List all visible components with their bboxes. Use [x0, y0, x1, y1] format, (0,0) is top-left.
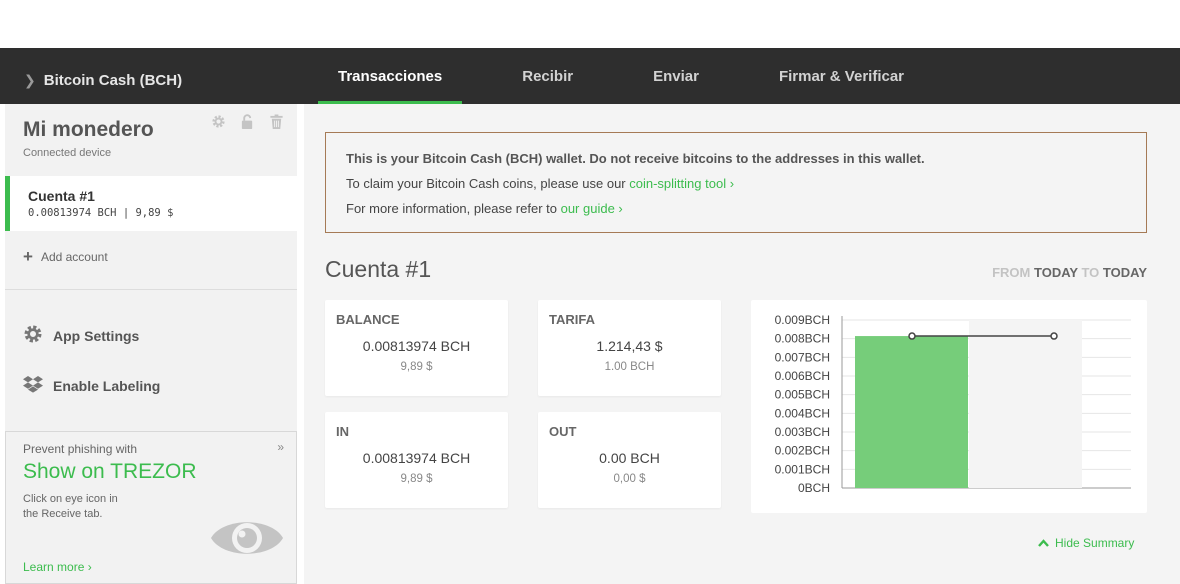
plus-icon: + [23, 247, 33, 266]
chart-y-tick-label: 0.006BCH [775, 369, 830, 383]
phishing-promo: Prevent phishing with Show on TREZOR Cli… [5, 431, 297, 584]
add-account-label: Add account [40, 250, 108, 264]
card-subvalue: 9,89 $ [400, 473, 433, 485]
enable-labeling-button[interactable]: Enable Labeling [23, 375, 160, 396]
notice-line-3: For more information, please refer to ou… [346, 201, 1146, 216]
card-subvalue: 0,00 $ [613, 473, 646, 485]
chart-y-tick-label: 0.008BCH [775, 332, 830, 346]
promo-dismiss-icon[interactable]: » [277, 440, 284, 454]
date-range[interactable]: FROM TODAY TO TODAY [992, 265, 1147, 280]
chart-y-tick-label: 0BCH [798, 481, 830, 495]
range-to-value: TODAY [1102, 265, 1147, 280]
account-balance: 0.00813974 BCH | 9,89 $ [28, 207, 174, 219]
range-from-value: TODAY [1034, 265, 1078, 280]
tarifa-card: TARIFA 1.214,43 $ 1.00 BCH [538, 300, 721, 396]
card-label: BALANCE [336, 312, 400, 327]
coin-splitting-link[interactable]: coin-splitting tool › [629, 176, 734, 191]
tab-transacciones[interactable]: Transacciones [318, 48, 463, 106]
enable-labeling-label: Enable Labeling [53, 377, 161, 394]
balance-chart: 0BCH 0.001BCH 0.002BCH 0.003BCH 0.004BCH 0.00… [751, 300, 1147, 513]
chevron-right-icon: ❯ [24, 72, 36, 88]
wallet-header: Mi monedero Connected device [23, 118, 154, 159]
notice-line-3-text: For more information, please refer to [346, 201, 561, 216]
main-content: This is your Bitcoin Cash (BCH) wallet. … [304, 104, 1180, 584]
card-value: 0.00813974 BCH [362, 338, 471, 354]
chart-y-tick-label: 0.009BCH [775, 313, 830, 327]
gear-icon[interactable] [211, 114, 227, 130]
card-value: 0.00813974 BCH [362, 450, 471, 466]
card-subvalue: 9,89 $ [400, 361, 433, 373]
app-settings-button[interactable]: App Settings [23, 324, 139, 347]
balance-card: BALANCE 0.00813974 BCH 9,89 $ [325, 300, 508, 396]
card-label: TARIFA [549, 312, 595, 327]
card-value: 0.00 BCH [599, 450, 660, 466]
add-account-button[interactable]: + Add account [23, 247, 108, 267]
hide-summary-button[interactable]: Hide Summary [1038, 536, 1134, 550]
hide-summary-label: Hide Summary [1055, 536, 1135, 550]
out-card: OUT 0.00 BCH 0,00 $ [538, 412, 721, 508]
sidebar: Mi monedero Connected device Cuenta #1 0… [5, 104, 297, 584]
unlock-icon[interactable] [240, 114, 256, 130]
promo-pretitle: Prevent phishing with [23, 442, 138, 456]
chart-y-tick-label: 0.004BCH [775, 406, 830, 420]
chevron-up-icon [1038, 536, 1049, 550]
chart-y-tick-label: 0.005BCH [775, 388, 830, 402]
notice-line-2-text: To claim your Bitcoin Cash coins, please… [346, 176, 630, 191]
chart-line-point [1050, 332, 1058, 340]
in-card: IN 0.00813974 BCH 9,89 $ [325, 412, 508, 508]
chart-y-tick-label: 0.007BCH [775, 350, 830, 364]
learn-more-link[interactable]: Learn more › [23, 560, 92, 574]
eye-icon [209, 509, 285, 572]
chart-line-point [908, 332, 916, 340]
card-label: IN [336, 424, 349, 439]
app-settings-label: App Settings [53, 327, 140, 344]
coin-title[interactable]: ❯ Bitcoin Cash (BCH) [24, 72, 182, 89]
chart-y-tick-label: 0.003BCH [775, 425, 830, 439]
gear-icon [23, 324, 43, 347]
balance-chart-svg: 0BCH 0.001BCH 0.002BCH 0.003BCH 0.004BCH 0.00… [775, 313, 1131, 495]
tab-firmar-verificar[interactable]: Firmar & Verificar [759, 48, 924, 104]
range-from-label: FROM [992, 265, 1031, 280]
promo-description: Click on eye icon in the Receive tab. [23, 493, 118, 520]
notice-line-2: To claim your Bitcoin Cash coins, please… [346, 176, 1146, 191]
card-value: 1.214,43 $ [596, 338, 663, 354]
trash-icon[interactable] [269, 114, 285, 130]
account-name: Cuenta #1 [28, 188, 95, 204]
wallet-actions [211, 114, 285, 130]
chart-y-tick-label: 0.001BCH [775, 462, 830, 476]
tab-recibir[interactable]: Recibir [502, 48, 593, 104]
card-subvalue: 1.00 BCH [604, 361, 655, 373]
notice-line-1: This is your Bitcoin Cash (BCH) wallet. … [346, 151, 925, 166]
account-item[interactable]: Cuenta #1 0.00813974 BCH | 9,89 $ [5, 176, 297, 231]
tab-bar: Transacciones Recibir Enviar Firmar & Ve… [318, 48, 924, 106]
chart-bar [855, 336, 968, 488]
range-to-label: TO [1081, 265, 1100, 280]
tab-enviar[interactable]: Enviar [633, 48, 719, 104]
account-title: Cuenta #1 [325, 256, 432, 282]
sidebar-divider [5, 289, 297, 290]
wallet-status: Connected device [23, 147, 112, 159]
wallet-name: Mi monedero [23, 118, 154, 141]
our-guide-link[interactable]: our guide › [561, 201, 623, 216]
chart-bar-background [969, 320, 1082, 488]
card-label: OUT [549, 424, 577, 439]
chart-y-tick-label: 0.002BCH [775, 444, 830, 458]
dropbox-icon [23, 375, 43, 396]
coin-title-label: Bitcoin Cash (BCH) [43, 72, 183, 89]
bch-warning-notice: This is your Bitcoin Cash (BCH) wallet. … [325, 132, 1147, 233]
top-bar: ❯ Bitcoin Cash (BCH) Transacciones Recib… [0, 48, 1180, 106]
promo-title: Show on TREZOR [23, 460, 197, 483]
